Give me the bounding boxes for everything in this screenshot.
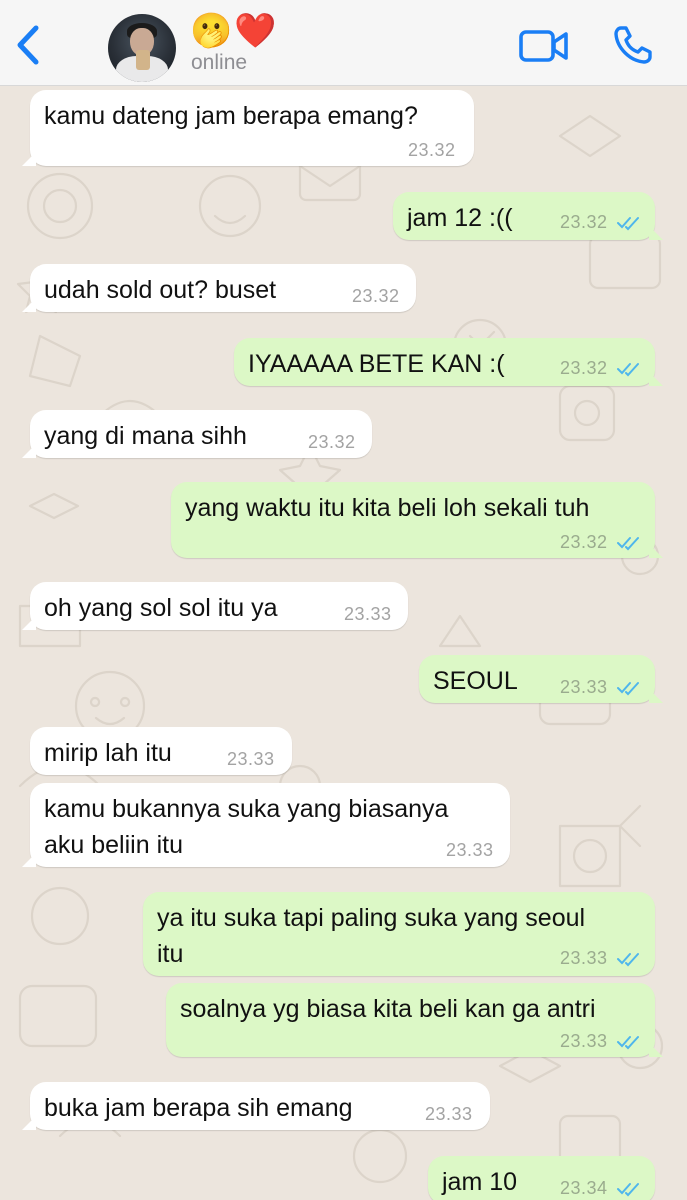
- message-bubble-incoming[interactable]: oh yang sol sol itu ya 23.33: [22, 582, 408, 630]
- message-bubble-incoming[interactable]: kamu dateng jam berapa emang? 23.32: [22, 90, 474, 166]
- message-bubble-incoming[interactable]: kamu bukannya suka yang biasanya aku bel…: [22, 783, 510, 867]
- message-bubble-outgoing[interactable]: jam 10 23.34: [428, 1156, 655, 1200]
- message-time: 23.34: [560, 1178, 608, 1198]
- contact-status: online: [191, 51, 248, 74]
- message-bubble-outgoing[interactable]: ya itu suka tapi paling suka yang seoul …: [143, 892, 655, 976]
- message-time: 23.33: [560, 677, 608, 697]
- message-bubble-incoming[interactable]: mirip lah itu 23.33: [30, 727, 292, 775]
- message-text: SEOUL: [433, 667, 518, 695]
- phone-call-icon: [614, 26, 652, 64]
- double-check-icon: [617, 953, 639, 967]
- message-bubble-outgoing[interactable]: IYAAAAA BETE KAN :( 23.32: [234, 338, 663, 386]
- message-text: IYAAAAA BETE KAN :(: [248, 350, 505, 378]
- message-time: 23.32: [560, 358, 608, 378]
- message-time: 23.33: [560, 1031, 608, 1051]
- video-call-icon: [519, 30, 568, 62]
- message-text: jam 10: [442, 1168, 518, 1196]
- message-text: udah sold out? buset: [44, 276, 277, 304]
- message-text-line: kamu bukannya suka yang biasanya: [44, 795, 449, 823]
- message-text: mirip lah itu: [44, 739, 172, 767]
- voice-call-button[interactable]: [612, 24, 654, 66]
- message-text-line: aku beliin itu: [44, 831, 183, 859]
- double-check-icon: [617, 682, 639, 696]
- message-bubble-outgoing[interactable]: yang waktu itu kita beli loh sekali tuh …: [171, 482, 663, 558]
- contact-name[interactable]: 🫢❤️: [190, 10, 279, 52]
- double-check-icon: [617, 217, 639, 231]
- message-text-line: itu: [157, 940, 184, 968]
- chat-header: 🫢❤️ online: [0, 0, 687, 86]
- message-time: 23.32: [560, 212, 608, 232]
- message-bubble-outgoing[interactable]: SEOUL 23.33: [419, 655, 663, 703]
- message-time: 23.33: [227, 749, 275, 769]
- message-time: 23.32: [308, 432, 356, 452]
- message-time: 23.32: [408, 140, 456, 160]
- message-text: soalnya yg biasa kita beli kan ga antri: [180, 995, 596, 1023]
- double-check-icon: [617, 1183, 639, 1197]
- message-time: 23.33: [560, 948, 608, 968]
- message-time: 23.32: [560, 532, 608, 552]
- message-text: jam 12 :((: [407, 204, 513, 232]
- double-check-icon: [617, 363, 639, 377]
- video-call-button[interactable]: [518, 26, 570, 66]
- back-button[interactable]: [12, 22, 44, 68]
- message-bubble-outgoing[interactable]: soalnya yg biasa kita beli kan ga antri …: [166, 983, 663, 1057]
- message-text: yang waktu itu kita beli loh sekali tuh: [185, 494, 590, 522]
- double-check-icon: [617, 537, 639, 551]
- back-chevron-icon: [17, 25, 39, 65]
- contact-avatar[interactable]: [108, 14, 176, 82]
- message-time: 23.33: [446, 840, 494, 860]
- message-time: 23.32: [352, 286, 400, 306]
- message-bubble-incoming[interactable]: buka jam berapa sih emang 23.33: [22, 1082, 490, 1130]
- message-bubble-incoming[interactable]: udah sold out? buset 23.32: [22, 264, 416, 312]
- message-text: oh yang sol sol itu ya: [44, 594, 278, 622]
- message-text-line: ya itu suka tapi paling suka yang seoul: [157, 904, 586, 932]
- message-bubble-incoming[interactable]: yang di mana sihh 23.32: [22, 410, 372, 458]
- message-text: yang di mana sihh: [44, 422, 247, 450]
- message-time: 23.33: [425, 1104, 473, 1124]
- message-bubble-outgoing[interactable]: jam 12 :(( 23.32: [393, 192, 663, 240]
- double-check-icon: [617, 1036, 639, 1050]
- message-time: 23.33: [344, 604, 392, 624]
- message-text: kamu dateng jam berapa emang?: [44, 102, 418, 130]
- message-text: buka jam berapa sih emang: [44, 1094, 353, 1122]
